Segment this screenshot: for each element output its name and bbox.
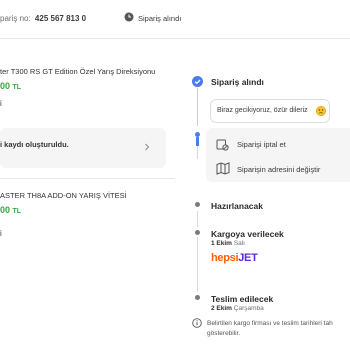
timeline-connector-4 [197, 237, 198, 292]
item-tail-text-1: i [0, 99, 2, 108]
step-delivery-dot [195, 295, 200, 300]
carrier-logo-hepsi: hepsi [211, 252, 239, 264]
product-price-1: 00 TL [0, 81, 21, 91]
map-icon[interactable] [216, 162, 230, 175]
step-shipping-label: Kargoya verilecek [211, 229, 284, 239]
delivery-date: 2 Ekim Çarşamba [211, 305, 264, 312]
cancel-order-icon[interactable] [216, 138, 229, 151]
status-clock-icon [124, 12, 134, 22]
sad-emoji-icon [316, 106, 326, 116]
info-icon [192, 318, 202, 328]
change-address-button[interactable]: Siparişin adresini değiştir [237, 165, 320, 174]
shipping-date: 1 Ekim Salı [211, 240, 245, 247]
header-divider [0, 38, 350, 39]
order-number: pariş no: 425 567 813 0 [0, 14, 86, 23]
delivery-date-value: 2 Ekim [211, 305, 232, 312]
product-price-2: 00 TL [0, 205, 21, 215]
order-number-value: 425 567 813 0 [34, 14, 87, 23]
step-preparing-label: Hazırlanacak [211, 201, 263, 211]
shipping-day-value: Salı [233, 240, 245, 247]
delay-message-text: Biraz gecikiyoruz, özür dileriz [217, 107, 308, 114]
delivery-note-line-2: gösterebilir. [207, 330, 241, 337]
step-received-check-icon [192, 76, 203, 87]
delivery-day-value: Çarşamba [233, 305, 264, 312]
product-price-value-1: 00 [0, 81, 11, 91]
chevron-right-icon[interactable] [144, 143, 150, 151]
step-preparing-dot [195, 202, 200, 207]
order-record-notice-text: i kaydı oluşturuldu. [0, 140, 69, 149]
step-received-label: Sipariş alındı [211, 77, 264, 87]
carrier-logo-jet: JET [238, 252, 258, 264]
order-number-label: pariş no: [0, 14, 31, 23]
product-price-currency-2: TL [12, 208, 22, 215]
product-divider [0, 178, 175, 179]
product-name-1[interactable]: ter T300 RS GT Edition Özel Yarış Direks… [0, 67, 155, 76]
step-delivery-label: Teslim edilecek [211, 294, 274, 304]
cancel-order-button[interactable]: Siparişi iptal et [237, 140, 286, 149]
carrier-logo: hepsiJET [211, 252, 258, 264]
delivery-note-line-1: Belirtilen kargo firması ve teslim tarih… [207, 320, 333, 327]
item-tail-text-2: i [0, 229, 2, 238]
timeline-connector-3 [197, 211, 198, 227]
timeline-connector-1 [197, 88, 198, 126]
current-progress-bar [196, 137, 199, 146]
product-name-2[interactable]: ASTER TH8A ADD-ON YARIŞ VİTESİ [0, 191, 127, 200]
step-shipping-dot [195, 230, 200, 235]
shipping-date-value: 1 Ekim [211, 240, 232, 247]
product-price-currency-1: TL [12, 84, 22, 91]
order-status-label: Sipariş alındı [138, 14, 182, 23]
product-price-value-2: 00 [0, 205, 11, 215]
